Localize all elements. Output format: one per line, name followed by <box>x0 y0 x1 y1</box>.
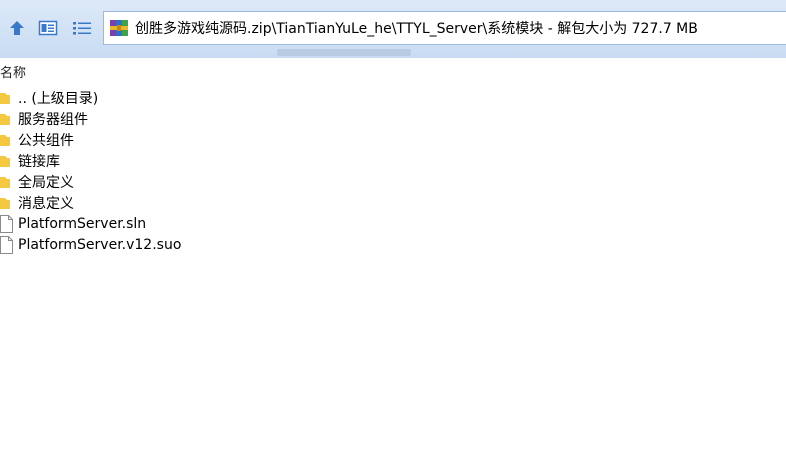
scrollbar-thumb[interactable] <box>277 49 411 56</box>
list-item-parent[interactable]: .. (上级目录) <box>0 87 181 108</box>
list-item[interactable]: PlatformServer.sln <box>0 213 181 234</box>
folder-icon <box>0 173 14 191</box>
list-item-label: 链接库 <box>18 153 60 170</box>
folder-icon <box>0 131 14 149</box>
column-header-name[interactable]: 名称 <box>0 62 26 81</box>
list-item[interactable]: 链接库 <box>0 150 181 171</box>
list-item[interactable]: 服务器组件 <box>0 108 181 129</box>
list-item-label: 公共组件 <box>18 132 74 149</box>
folder-icon <box>0 110 14 128</box>
list-item-label: .. (上级目录) <box>18 90 99 107</box>
list-item[interactable]: PlatformServer.v12.suo <box>0 234 181 255</box>
address-bar[interactable]: 创胜多游戏纯源码.zip\TianTianYuLe_he\TTYL_Server… <box>103 11 786 45</box>
up-arrow-icon <box>10 21 24 35</box>
folder-icon <box>0 152 14 170</box>
list-item[interactable]: 消息定义 <box>0 192 181 213</box>
list-item-label: PlatformServer.v12.suo <box>18 236 182 253</box>
list-item[interactable]: 公共组件 <box>0 129 181 150</box>
list-item-label: 消息定义 <box>18 195 74 212</box>
view-button[interactable] <box>37 17 59 39</box>
list-view-icon <box>73 22 91 35</box>
up-button[interactable] <box>6 17 28 39</box>
file-rows: .. (上级目录) 服务器组件 公共组件 链接库 全局定义 消息定义 Platf… <box>0 87 181 255</box>
list-view-button[interactable] <box>71 17 93 39</box>
list-item-label: PlatformServer.sln <box>18 215 147 232</box>
file-icon <box>0 214 14 233</box>
window-view-icon <box>38 20 58 36</box>
list-item-label: 全局定义 <box>18 174 74 191</box>
folder-icon <box>0 89 14 107</box>
list-item-label: 服务器组件 <box>18 111 88 128</box>
address-path: 创胜多游戏纯源码.zip\TianTianYuLe_he\TTYL_Server… <box>135 21 698 37</box>
toolbar: 创胜多游戏纯源码.zip\TianTianYuLe_he\TTYL_Server… <box>0 0 786 58</box>
file-icon <box>0 235 14 254</box>
folder-icon <box>0 194 14 212</box>
list-item[interactable]: 全局定义 <box>0 171 181 192</box>
winrar-archive-icon <box>108 17 130 39</box>
